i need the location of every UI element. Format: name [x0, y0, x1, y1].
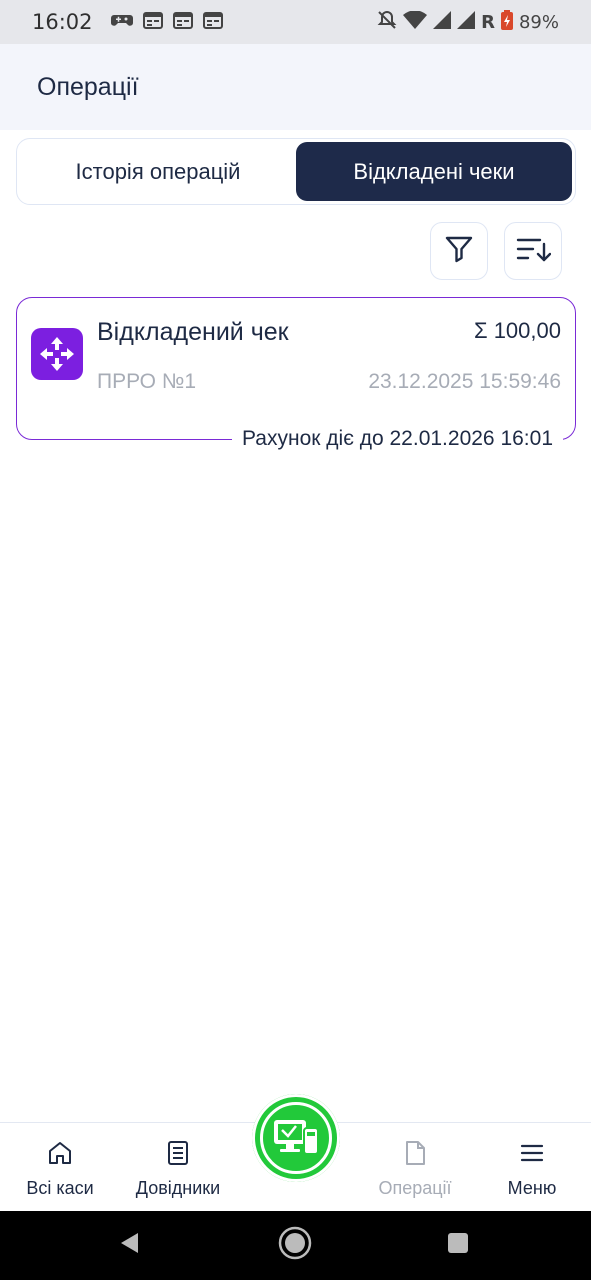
nav-operations[interactable]: Операції: [356, 1123, 474, 1212]
notifications-off-icon: [377, 10, 397, 35]
back-button[interactable]: [90, 1211, 170, 1280]
page-title: Операції: [37, 72, 139, 101]
signal-icon: [433, 10, 452, 34]
nav-menu[interactable]: Меню: [473, 1123, 591, 1212]
nav-label: Операції: [378, 1178, 452, 1198]
operations-tabs: Історія операцій Відкладені чеки: [16, 138, 576, 205]
app-logo-icon: [31, 328, 83, 380]
network-type: R: [481, 11, 495, 33]
filter-button[interactable]: [430, 222, 488, 280]
wifi-icon: [403, 9, 428, 34]
deferred-check-card[interactable]: Відкладений чек Σ 100,00 ПРРО №1 23.12.2…: [16, 297, 576, 451]
calendar-icon: [172, 11, 193, 34]
check-sum: Σ 100,00: [473, 318, 561, 343]
back-triangle-icon: [118, 1231, 142, 1260]
recents-square-icon: [446, 1231, 470, 1260]
gamepad-icon: [110, 11, 133, 34]
battery-level: 89%: [518, 11, 559, 33]
calendar-icon: [202, 11, 223, 34]
nav-all-registers[interactable]: Всі каси: [1, 1123, 119, 1212]
check-datetime: 23.12.2025 15:59:46: [368, 370, 561, 393]
home-icon: [46, 1139, 74, 1172]
battery-icon: [500, 9, 513, 35]
system-navigation-bar: [0, 1211, 591, 1280]
document-list-icon: [164, 1139, 192, 1172]
check-title: Відкладений чек: [97, 318, 289, 346]
status-bar: 16:02 R 89%: [0, 0, 591, 44]
home-button[interactable]: [255, 1211, 335, 1280]
home-circle-icon: [278, 1226, 312, 1265]
tab-operations-history[interactable]: Історія операцій: [20, 142, 296, 201]
tab-deferred-checks[interactable]: Відкладені чеки: [296, 142, 572, 201]
nav-label: Меню: [507, 1178, 557, 1198]
menu-icon: [518, 1139, 546, 1172]
cash-register-button[interactable]: [252, 1094, 340, 1182]
recents-button[interactable]: [418, 1211, 498, 1280]
nav-label: Всі каси: [26, 1178, 94, 1198]
app-header: Операції: [0, 44, 591, 130]
check-valid-until: Рахунок діє до 22.01.2026 16:01: [231, 427, 563, 451]
signal-icon: [457, 10, 476, 34]
check-device: ПРРО №1: [97, 370, 197, 393]
nav-label: Довідники: [135, 1178, 221, 1198]
sort-icon: [515, 234, 552, 269]
filter-icon: [444, 234, 474, 269]
cash-register-icon: [272, 1116, 320, 1161]
file-icon: [401, 1139, 429, 1172]
calendar-icon: [142, 11, 163, 34]
nav-directories[interactable]: Довідники: [119, 1123, 237, 1212]
status-time: 16:02: [32, 10, 93, 34]
sort-button[interactable]: [504, 222, 562, 280]
